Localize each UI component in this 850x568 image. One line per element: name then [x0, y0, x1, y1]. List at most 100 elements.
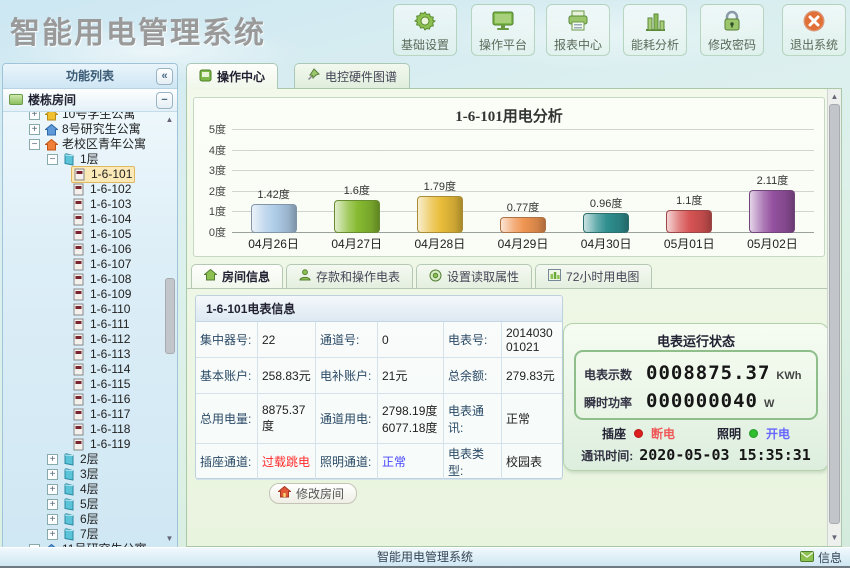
tree-item-1-6-105[interactable]: 1-6-105	[3, 227, 163, 242]
tab-72h-usage[interactable]: 72小时用电图	[535, 264, 652, 288]
tree-item-4层[interactable]: +4层	[3, 482, 163, 497]
tree-item-1-6-115[interactable]: 1-6-115	[3, 377, 163, 392]
tree-item-1-6-102[interactable]: 1-6-102	[3, 182, 163, 197]
tree-item-1-6-118[interactable]: 1-6-118	[3, 422, 163, 437]
tree-item-1-6-108[interactable]: 1-6-108	[3, 272, 163, 287]
printer-icon	[565, 8, 591, 34]
tree-item-5层[interactable]: +5层	[3, 497, 163, 512]
tree-item-1-6-117[interactable]: 1-6-117	[3, 407, 163, 422]
socket-status: 断电	[651, 425, 675, 442]
tree-item-2层[interactable]: +2层	[3, 452, 163, 467]
scroll-up-icon[interactable]: ▲	[829, 91, 840, 102]
field-label: 总余额:	[444, 358, 502, 394]
hardware-map-tab-label: 电控硬件图谱	[325, 68, 397, 85]
sidebar-scrollbar-thumb[interactable]	[165, 278, 175, 354]
chart-bar	[500, 217, 546, 233]
x-tick-label: 04月30日	[565, 235, 648, 252]
exit-icon	[801, 8, 827, 34]
tree-item-1-6-113[interactable]: 1-6-113	[3, 347, 163, 362]
chart-bar-group: 0.96度	[565, 130, 648, 233]
y-tick-label: 1度	[196, 205, 226, 219]
scroll-down-icon[interactable]: ▼	[829, 532, 840, 543]
scroll-up-icon[interactable]: ▲	[164, 114, 175, 125]
bar-value-label: 2.11度	[757, 172, 789, 188]
tree-item-1层[interactable]: −1层	[3, 152, 163, 167]
collapse-icon[interactable]: −	[47, 154, 58, 165]
edit-room-button[interactable]: 修改房间	[269, 483, 357, 504]
x-tick-label: 05月01日	[648, 235, 731, 252]
tree-item-1-6-116[interactable]: 1-6-116	[3, 392, 163, 407]
collapse-icon[interactable]: −	[29, 139, 40, 150]
operation-platform-button[interactable]: 操作平台	[471, 4, 535, 56]
tree-item-label: 1-6-111	[90, 317, 130, 332]
tab-room-info[interactable]: 房间信息	[191, 264, 283, 288]
tree-item-1-6-114[interactable]: 1-6-114	[3, 362, 163, 377]
expand-icon[interactable]: +	[29, 112, 40, 120]
y-axis: 0度1度2度3度4度5度	[198, 130, 228, 233]
tree-item-1-6-109[interactable]: 1-6-109	[3, 287, 163, 302]
meter-icon	[73, 423, 87, 436]
room-info-tab-label: 房间信息	[222, 268, 270, 285]
tree-item-1-6-104[interactable]: 1-6-104	[3, 212, 163, 227]
building-section-icon	[9, 94, 23, 105]
tree-item-1-6-110[interactable]: 1-6-110	[3, 302, 163, 317]
exit-system-button[interactable]: 退出系统	[782, 4, 846, 56]
expand-icon[interactable]: +	[47, 514, 58, 525]
tree-item-老校区青年公寓[interactable]: −老校区青年公寓	[3, 137, 163, 152]
report-center-button[interactable]: 报表中心	[546, 4, 610, 56]
tab-deposit-operate[interactable]: 存款和操作电表	[286, 264, 413, 288]
field-value: 258.83元	[258, 358, 316, 394]
tree-item-1-6-107[interactable]: 1-6-107	[3, 257, 163, 272]
tree-item-1-6-119[interactable]: 1-6-119	[3, 437, 163, 452]
expand-icon[interactable]: +	[29, 124, 40, 135]
energy-analysis-label: 能耗分析	[631, 36, 679, 53]
expand-icon[interactable]: +	[47, 484, 58, 495]
y-tick-label: 4度	[196, 144, 226, 158]
tab-operation-center[interactable]: 操作中心	[186, 63, 278, 89]
tree-item-label: 1-6-118	[90, 422, 130, 437]
read-properties-tab-label: 设置读取属性	[447, 268, 519, 285]
tree-item-8号研究生公寓[interactable]: +8号研究生公寓	[3, 122, 163, 137]
building-room-section[interactable]: 楼栋房间 −	[3, 89, 177, 112]
tree-item-1-6-103[interactable]: 1-6-103	[3, 197, 163, 212]
house-icon	[204, 269, 217, 284]
expand-icon[interactable]: +	[47, 499, 58, 510]
settings-button[interactable]: 基础设置	[393, 4, 457, 56]
section-collapse-button[interactable]: −	[156, 92, 173, 109]
chart-bar-group: 1.1度	[648, 130, 731, 233]
tree-item-label: 1-6-106	[90, 242, 131, 257]
main-scrollbar[interactable]: ▲ ▼	[827, 89, 841, 546]
field-value: 8875.37 度	[258, 394, 316, 444]
tree-item-1-6-101[interactable]: 1-6-101	[3, 167, 163, 182]
tree-item-1-6-111[interactable]: 1-6-111	[3, 317, 163, 332]
sidebar-scrollbar[interactable]: ▲ ▼	[163, 112, 176, 547]
tree-item-10号学生公寓[interactable]: +10号学生公寓	[3, 112, 163, 122]
bar-value-label: 1.79度	[424, 178, 456, 194]
tab-read-properties[interactable]: 设置读取属性	[416, 264, 532, 288]
tree-item-1-6-112[interactable]: 1-6-112	[3, 332, 163, 347]
y-tick-label: 0度	[196, 226, 226, 240]
energy-analysis-button[interactable]: 能耗分析	[623, 4, 687, 56]
sidebar-collapse-button[interactable]: «	[156, 68, 173, 85]
tree-item-1-6-106[interactable]: 1-6-106	[3, 242, 163, 257]
socket-label: 插座	[602, 425, 626, 442]
meter-info-card: 1-6-101电表信息 集中器号: 22 通道号: 0 电表号: 2014030…	[195, 295, 563, 479]
tree-item-label: 1-6-102	[90, 182, 131, 197]
tree-item-6层[interactable]: +6层	[3, 512, 163, 527]
expand-icon[interactable]: +	[47, 454, 58, 465]
field-value: 21元	[378, 358, 444, 394]
info-button[interactable]: 信息	[800, 548, 842, 567]
expand-icon[interactable]: +	[47, 529, 58, 540]
tree-item-3层[interactable]: +3层	[3, 467, 163, 482]
expand-icon[interactable]: +	[47, 469, 58, 480]
x-tick-label: 04月28日	[398, 235, 481, 252]
field-label: 电表类型:	[444, 444, 502, 480]
scroll-down-icon[interactable]: ▼	[164, 533, 175, 544]
tab-hardware-map[interactable]: 电控硬件图谱	[294, 63, 410, 88]
operation-center-tab-icon	[199, 69, 212, 85]
field-value: 校园表	[502, 444, 562, 480]
chart-bar-group: 2.11度	[731, 130, 814, 233]
tree-item-7层[interactable]: +7层	[3, 527, 163, 542]
change-password-button[interactable]: 修改密码	[700, 4, 764, 56]
main-scrollbar-thumb[interactable]	[829, 104, 840, 524]
